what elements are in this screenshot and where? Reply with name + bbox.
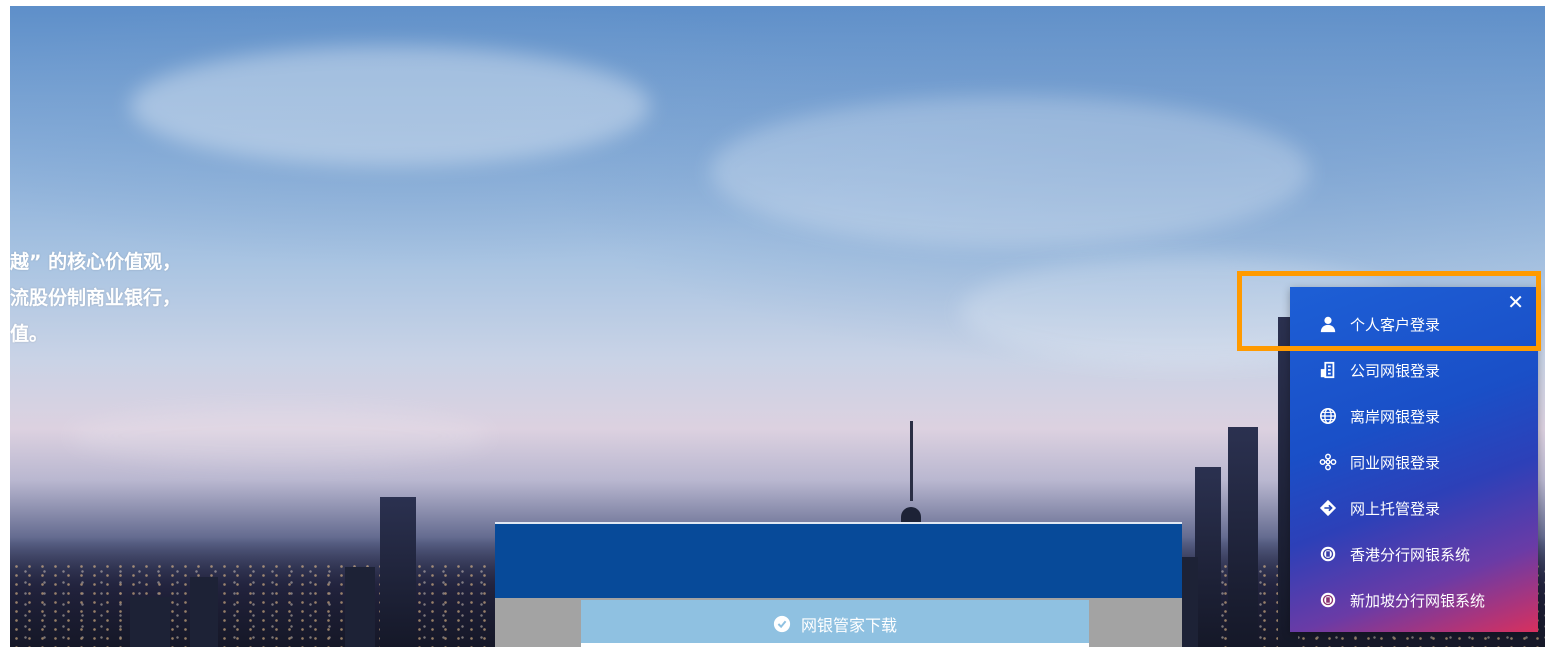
- download-header: [495, 522, 1182, 598]
- download-label: 网银管家下载: [800, 615, 897, 635]
- building: [345, 567, 375, 647]
- skyscraper: [1228, 427, 1258, 647]
- slogan-line: 值。: [10, 323, 49, 345]
- sg-branch-icon: [1318, 590, 1338, 610]
- shield-check-icon: [773, 615, 791, 632]
- download-panel: 网银管家下载: [495, 522, 1182, 647]
- menu-item-label: 个人客户登录: [1350, 315, 1441, 334]
- network-icon: [1318, 452, 1338, 472]
- menu-item-label: 同业网银登录: [1350, 453, 1441, 472]
- download-button[interactable]: 网银管家下载: [581, 600, 1089, 647]
- globe-icon: [1318, 406, 1338, 426]
- download-input-strip: [581, 643, 1089, 647]
- hk-branch-icon: [1318, 544, 1338, 564]
- building: [1180, 557, 1198, 647]
- menu-item-label: 网上托管登录: [1350, 499, 1441, 518]
- menu-item-label: 公司网银登录: [1350, 361, 1441, 380]
- building-icon: [1318, 360, 1338, 380]
- skyscraper: [1195, 467, 1221, 647]
- skyscraper: [380, 497, 416, 647]
- menu-item-custody-login[interactable]: 网上托管登录: [1318, 493, 1440, 523]
- menu-item-hk-branch[interactable]: 香港分行网银系统: [1318, 539, 1470, 569]
- login-menu: ✕ 个人客户登录 公司网银登录 离岸网银登录 同业网银登录 网上托管登录 香港分…: [1290, 287, 1538, 632]
- diamond-icon: [1318, 498, 1338, 518]
- cloud: [70, 406, 490, 466]
- cloud: [130, 46, 650, 166]
- menu-item-label: 新加坡分行网银系统: [1350, 591, 1486, 610]
- building: [190, 577, 218, 647]
- menu-item-label: 香港分行网银系统: [1350, 545, 1471, 564]
- menu-item-personal-login[interactable]: 个人客户登录: [1318, 309, 1440, 339]
- menu-item-offshore-login[interactable]: 离岸网银登录: [1318, 401, 1440, 431]
- menu-item-corporate-login[interactable]: 公司网银登录: [1318, 355, 1440, 385]
- bank-slogan: 越” 的核心价值观， 流股份制商业银行， 值。: [10, 244, 181, 352]
- menu-item-interbank-login[interactable]: 同业网银登录: [1318, 447, 1440, 477]
- slogan-line: 流股份制商业银行，: [10, 287, 182, 309]
- slogan-line: 越” 的核心价值观，: [10, 251, 182, 273]
- menu-item-label: 离岸网银登录: [1350, 407, 1441, 426]
- tower-spire: [910, 421, 913, 501]
- user-icon: [1318, 314, 1338, 334]
- close-icon[interactable]: ✕: [1507, 291, 1524, 313]
- building: [130, 597, 170, 647]
- cloud: [710, 96, 1310, 246]
- menu-item-sg-branch[interactable]: 新加坡分行网银系统: [1318, 585, 1485, 615]
